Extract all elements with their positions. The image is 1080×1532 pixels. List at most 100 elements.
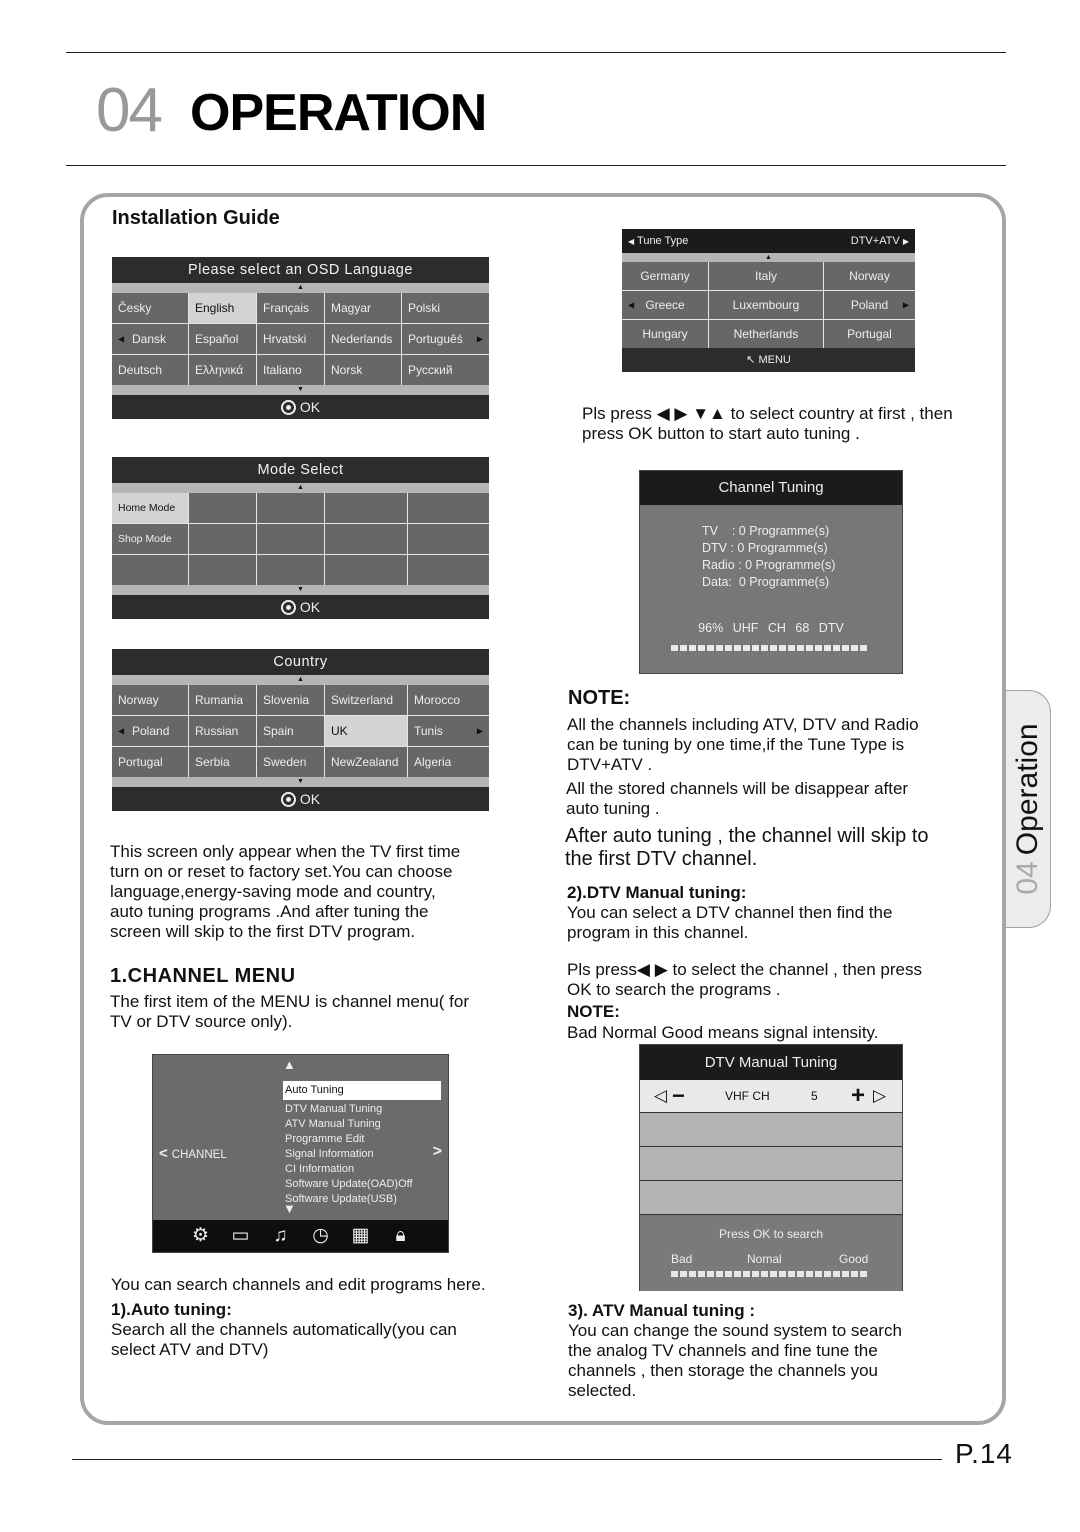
option-cell[interactable]: Portuguêś ▶ bbox=[402, 324, 489, 354]
scroll-down-icon[interactable]: ▼ bbox=[112, 385, 489, 395]
option-cell[interactable]: Norsk bbox=[325, 355, 401, 385]
signal-segment bbox=[743, 1271, 750, 1277]
option-cell[interactable]: Russian bbox=[189, 716, 256, 746]
menu-item[interactable]: Programme Edit bbox=[283, 1132, 441, 1147]
lock-icon[interactable]: 🔒︎ bbox=[390, 1225, 412, 1247]
menu-category-left[interactable]: < CHANNEL bbox=[159, 1145, 227, 1162]
option-cell[interactable]: Morocco bbox=[408, 685, 489, 715]
option-cell[interactable]: Hrvatski bbox=[257, 324, 324, 354]
option-cell[interactable]: Rumania bbox=[189, 685, 256, 715]
mode-option[interactable]: Home Mode bbox=[112, 493, 188, 523]
option-cell[interactable]: Русский bbox=[402, 355, 489, 385]
menu-item[interactable]: Software Update(OAD)Off bbox=[283, 1177, 441, 1192]
option-cell[interactable]: Italiano bbox=[257, 355, 324, 385]
menu-item[interactable]: CI Information bbox=[283, 1162, 441, 1177]
cell-label: Norsk bbox=[331, 363, 363, 377]
option-cell[interactable]: Italy bbox=[709, 262, 823, 290]
tune-type-row[interactable]: ◀ Tune Type DTV+ATV ▶ bbox=[622, 229, 915, 253]
cell-label: NewZealand bbox=[331, 755, 399, 769]
channel-selector[interactable]: ◁ − VHF CH 5 + ▷ bbox=[640, 1080, 902, 1113]
intro-paragraph: This screen only appear when the TV firs… bbox=[110, 842, 461, 941]
option-cell[interactable]: Algeria bbox=[408, 747, 489, 777]
option-cell[interactable]: English bbox=[189, 293, 256, 323]
cell-label: Русский bbox=[408, 363, 453, 377]
arrow-left-icon[interactable]: ◁ bbox=[654, 1086, 667, 1106]
option-cell[interactable]: Nederlands bbox=[325, 324, 401, 354]
ok-button[interactable]: OK bbox=[112, 395, 489, 419]
installation-guide-heading: Installation Guide bbox=[112, 207, 280, 229]
option-cell[interactable]: Polski bbox=[402, 293, 489, 323]
progress-segment bbox=[761, 645, 768, 651]
menu-item[interactable]: Signal Information bbox=[283, 1147, 441, 1162]
music-note-icon[interactable]: ♫ bbox=[270, 1225, 292, 1247]
ok-button[interactable]: OK bbox=[112, 787, 489, 811]
plus-icon[interactable]: + bbox=[851, 1084, 865, 1108]
scroll-up-icon[interactable]: ▲ bbox=[622, 253, 915, 262]
progress-segment bbox=[860, 645, 867, 651]
menu-item[interactable]: ATV Manual Tuning bbox=[283, 1117, 441, 1132]
option-cell[interactable]: Magyar bbox=[325, 293, 401, 323]
option-cell[interactable]: Deutsch bbox=[112, 355, 188, 385]
option-cell[interactable]: Germany bbox=[622, 262, 708, 290]
gear-icon[interactable]: ⚙ bbox=[190, 1225, 212, 1247]
mode-option[interactable]: Shop Mode bbox=[112, 524, 188, 554]
scroll-down-icon[interactable]: ▼ bbox=[112, 585, 489, 595]
note-paragraph-1: All the channels including ATV, DTV and … bbox=[567, 715, 919, 774]
side-tab-number: 04 bbox=[1011, 861, 1044, 895]
option-cell[interactable]: Switzerland bbox=[325, 685, 407, 715]
option-cell[interactable]: Slovenia bbox=[257, 685, 324, 715]
channel-tuning-title: Channel Tuning bbox=[640, 471, 902, 505]
language-grid: Česky English Français Magyar Polski Dansk ◀ Es… bbox=[112, 293, 489, 385]
grid-icon[interactable]: ▦ bbox=[350, 1225, 372, 1247]
chevron-left-icon: < bbox=[159, 1145, 168, 1162]
scroll-down-icon[interactable]: ▼ bbox=[112, 777, 489, 787]
option-cell[interactable]: Portugal bbox=[824, 320, 915, 348]
option-cell[interactable]: Poland ▶ bbox=[824, 291, 915, 319]
signal-segment bbox=[725, 1271, 732, 1277]
menu-item[interactable]: Software Update(USB) bbox=[283, 1192, 441, 1207]
auto-tuning-heading: 1).Auto tuning: bbox=[111, 1300, 232, 1319]
menu-item[interactable]: Auto Tuning bbox=[283, 1081, 441, 1100]
ok-button[interactable]: OK bbox=[112, 595, 489, 619]
scroll-up-icon[interactable]: ▲ bbox=[112, 283, 489, 293]
option-cell[interactable]: Français bbox=[257, 293, 324, 323]
side-chapter-tab: 04 Operation bbox=[1006, 690, 1051, 928]
mode-select-panel: Mode Select ▲ Home Mode Shop Mode ▼ OK bbox=[112, 457, 489, 623]
scroll-down-icon[interactable]: ▼ bbox=[283, 1201, 296, 1216]
option-cell[interactable]: Sweden bbox=[257, 747, 324, 777]
menu-button[interactable]: ↖ MENU bbox=[622, 348, 915, 372]
option-cell[interactable]: Ελληνικά bbox=[189, 355, 256, 385]
chevron-right-icon[interactable]: > bbox=[433, 1143, 442, 1161]
menu-category-label: CHANNEL bbox=[171, 1149, 227, 1161]
option-cell[interactable]: Portugal bbox=[112, 747, 188, 777]
option-cell[interactable]: Español bbox=[189, 324, 256, 354]
minus-icon[interactable]: − bbox=[672, 1085, 685, 1107]
option-cell[interactable]: Tunis ▶ bbox=[408, 716, 489, 746]
option-cell[interactable]: Spain bbox=[257, 716, 324, 746]
cell-label: Germany bbox=[640, 269, 690, 283]
option-cell[interactable]: Norway bbox=[112, 685, 188, 715]
menu-item[interactable]: DTV Manual Tuning bbox=[283, 1102, 441, 1117]
scroll-up-icon[interactable]: ▲ bbox=[112, 675, 489, 685]
option-cell[interactable]: Česky bbox=[112, 293, 188, 323]
option-cell[interactable]: Luxembourg bbox=[709, 291, 823, 319]
channel-menu-heading: 1.CHANNEL MENU bbox=[110, 965, 296, 987]
signal-segment bbox=[761, 1271, 768, 1277]
programme-count-line: Radio : 0 Programme(s) bbox=[702, 558, 836, 572]
clock-icon[interactable]: ◷ bbox=[310, 1225, 332, 1247]
auto-tuning-paragraph: Search all the channels automatically(yo… bbox=[111, 1320, 457, 1359]
option-cell[interactable]: Serbia bbox=[189, 747, 256, 777]
option-cell[interactable]: UK bbox=[325, 716, 407, 746]
option-cell[interactable]: Norway bbox=[824, 262, 915, 290]
option-cell[interactable]: Hungary bbox=[622, 320, 708, 348]
progress-segment bbox=[815, 645, 822, 651]
arrow-right-icon[interactable]: ▷ bbox=[873, 1086, 886, 1106]
option-cell[interactable]: Dansk ◀ bbox=[112, 324, 188, 354]
option-cell[interactable]: Poland ◀ bbox=[112, 716, 188, 746]
scroll-up-icon[interactable]: ▲ bbox=[283, 1057, 296, 1072]
option-cell[interactable]: NewZealand bbox=[325, 747, 407, 777]
monitor-icon[interactable]: ▭ bbox=[230, 1225, 252, 1247]
option-cell[interactable]: Greece ◀ bbox=[622, 291, 708, 319]
option-cell[interactable]: Netherlands bbox=[709, 320, 823, 348]
scroll-up-icon[interactable]: ▲ bbox=[112, 483, 489, 493]
